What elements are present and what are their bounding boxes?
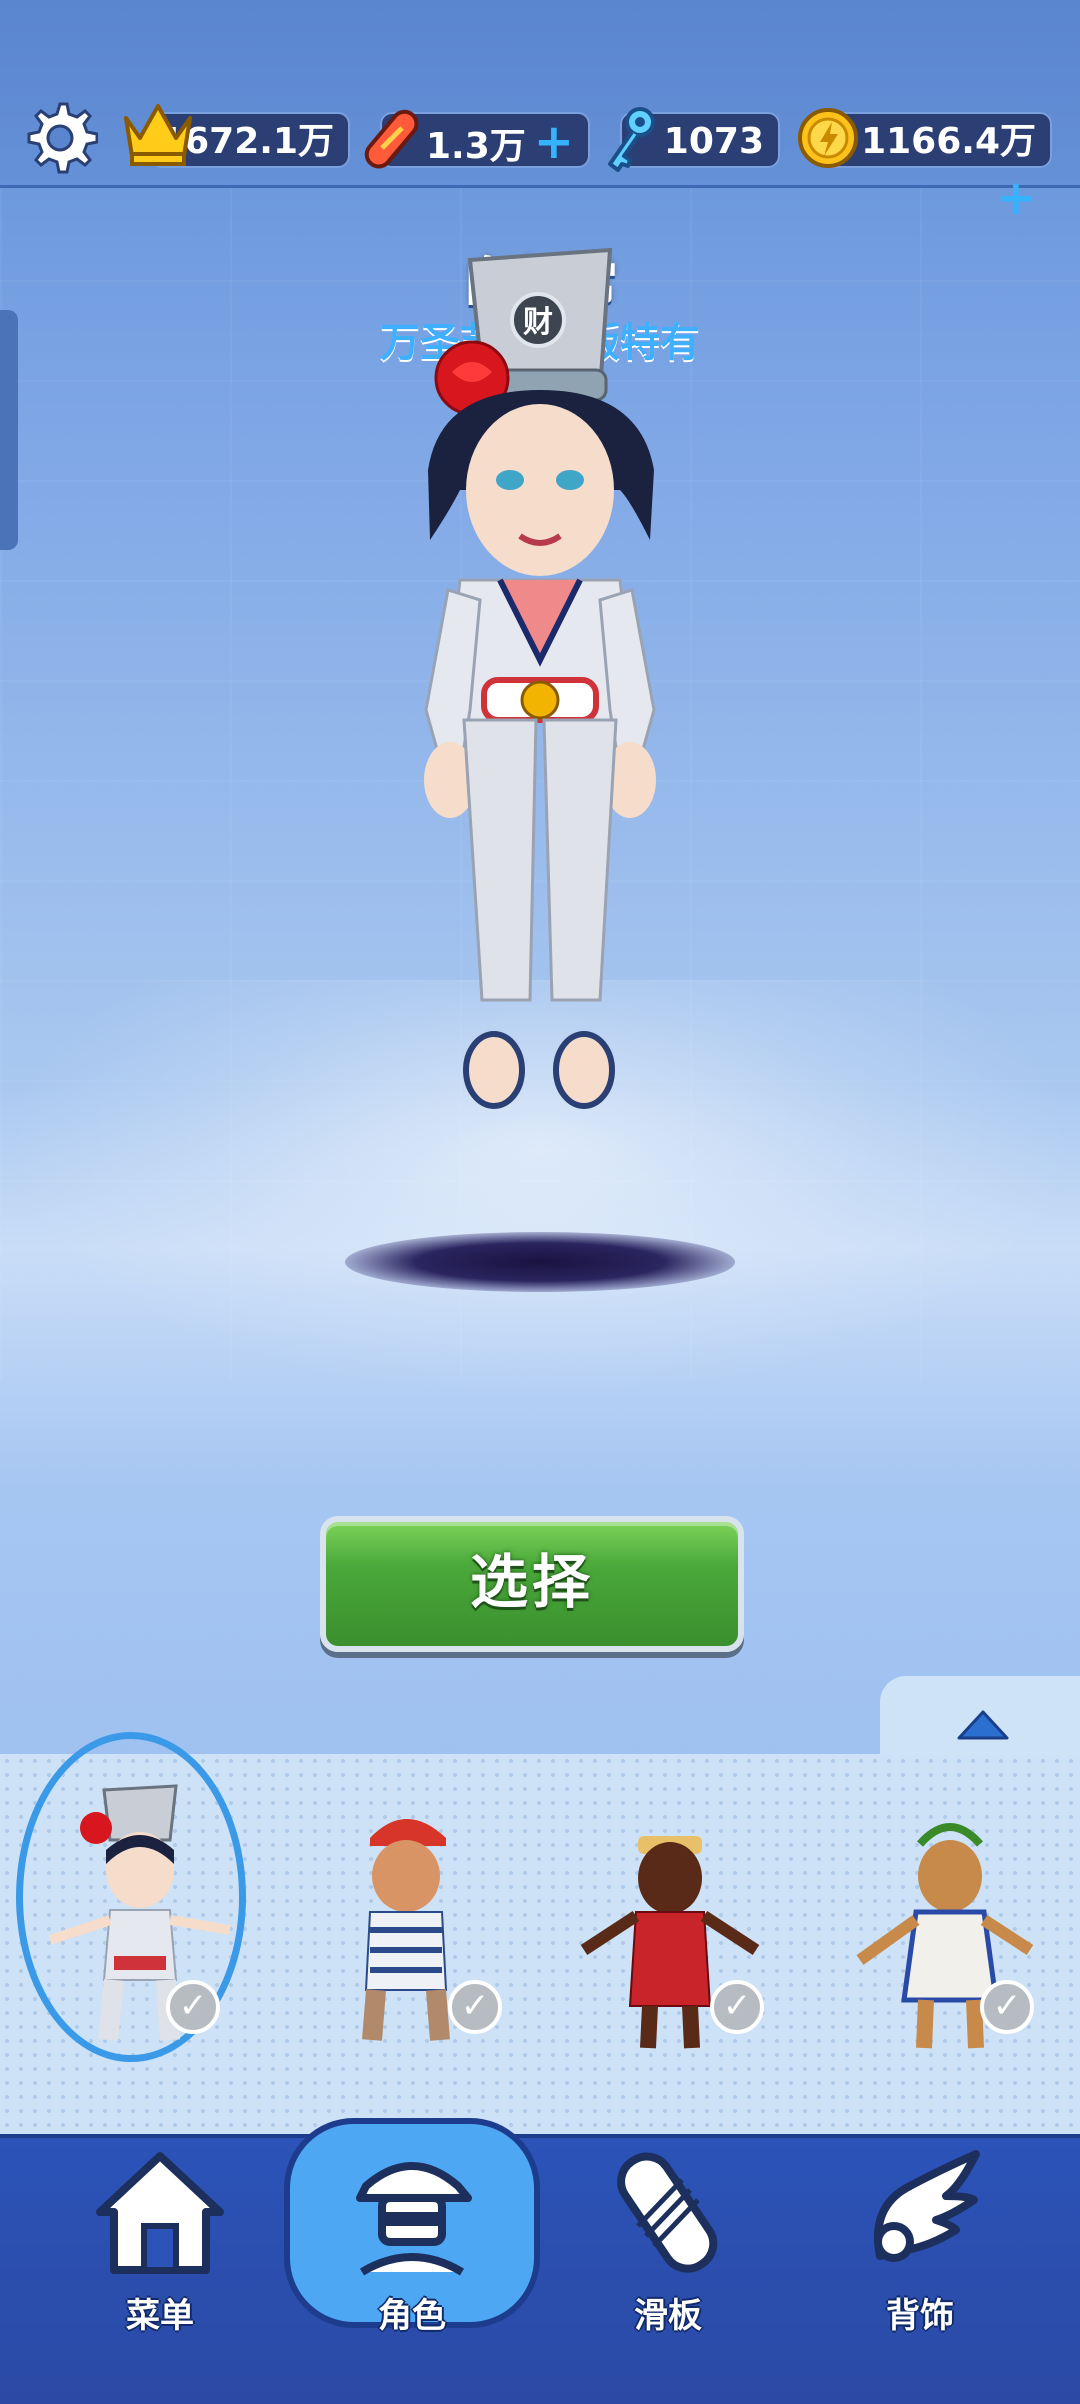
hoverboard-icon	[364, 109, 419, 169]
owned-check-icon: ✓	[448, 1980, 502, 2034]
nav-label-backpack: 背饰	[886, 2296, 954, 2336]
character-shadow	[345, 1232, 735, 1292]
owned-check-icon: ✓	[166, 1980, 220, 2034]
nav-item-menu[interactable]: 菜单	[60, 2140, 260, 2340]
crown-icon	[124, 104, 192, 166]
nav-item-backpack[interactable]: 背饰	[820, 2140, 1020, 2340]
key-count: 1073	[663, 121, 764, 162]
add-coins-button[interactable]: +	[996, 170, 1036, 226]
character-icon	[356, 2162, 472, 2276]
nav-item-character[interactable]: 角色	[312, 2140, 512, 2340]
svg-text:财: 财	[523, 305, 553, 340]
gear-icon[interactable]	[22, 100, 98, 176]
owned-check-icon: ✓	[980, 1980, 1034, 2034]
nav-label-skateboard: 滑板	[634, 2296, 702, 2336]
coin-icon	[798, 108, 858, 168]
nav-label-character: 角色	[378, 2296, 446, 2336]
chevron-up-icon[interactable]	[955, 1706, 1011, 1742]
nav-item-skateboard[interactable]: 滑板	[568, 2140, 768, 2340]
nav-label-menu: 菜单	[126, 2296, 194, 2336]
select-button[interactable]: 选择	[320, 1516, 744, 1652]
skateboard-icon	[617, 2152, 718, 2273]
add-hoverboard-button[interactable]: +	[534, 114, 574, 170]
wings-icon	[874, 2150, 980, 2262]
hoverboard-count: 1.3万	[426, 126, 526, 167]
character-figure[interactable]: 财	[400, 240, 680, 1120]
coin-count: 1166.4万	[861, 121, 1036, 162]
owned-check-icon: ✓	[710, 1980, 764, 2034]
home-icon	[96, 2152, 224, 2274]
key-icon	[608, 107, 655, 172]
